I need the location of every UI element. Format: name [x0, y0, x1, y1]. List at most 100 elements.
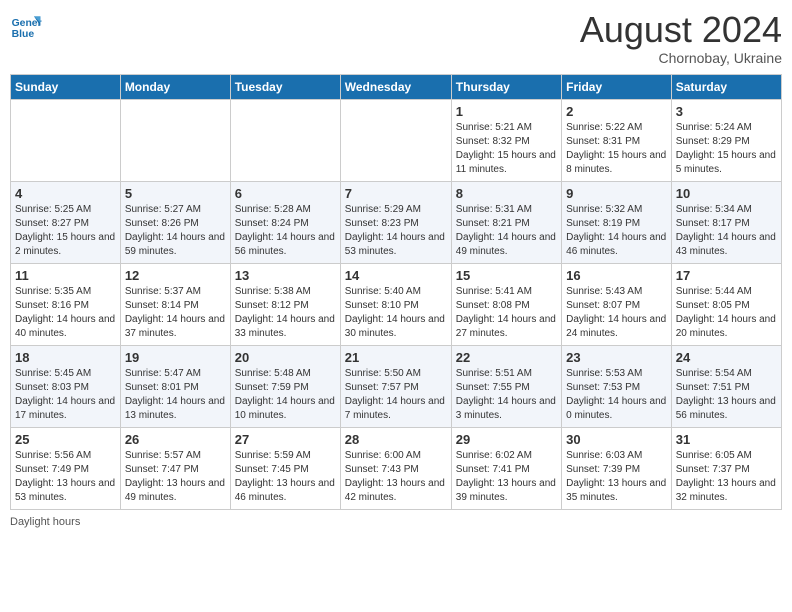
calendar-cell: 18Sunrise: 5:45 AM Sunset: 8:03 PM Dayli… [11, 345, 121, 427]
day-info: Sunrise: 5:59 AM Sunset: 7:45 PM Dayligh… [235, 449, 336, 505]
day-info: Sunrise: 5:28 AM Sunset: 8:24 PM Dayligh… [235, 203, 336, 259]
calendar-cell: 12 Sunrise: 5:37 AM Sunset: 8:14 PM Dayli… [120, 263, 230, 345]
day-number: 21 [345, 350, 447, 365]
day-number: 24 [676, 350, 777, 365]
day-info: Sunrise: 5:32 AM Sunset: 8:19 PM Dayligh… [566, 203, 667, 259]
day-info: Sunrise: 5:56 AM Sunset: 7:49 PM Dayligh… [15, 449, 116, 505]
day-number: 18 [15, 350, 116, 365]
day-info: Sunrise: 5:29 AM Sunset: 8:23 PM Dayligh… [345, 203, 447, 259]
day-number: 15 [456, 268, 557, 283]
daylight-note: Daylight hours [10, 516, 80, 528]
calendar-cell: 22 Sunrise: 5:51 AM Sunset: 7:55 PM Dayli… [451, 345, 561, 427]
calendar-cell: 26Sunrise: 5:57 AM Sunset: 7:47 PM Dayli… [120, 427, 230, 509]
day-info: Sunrise: 6:00 AM Sunset: 7:43 PM Dayligh… [345, 449, 447, 505]
calendar-week-row: 4 Sunrise: 5:25 AM Sunset: 8:27 PM Daylig… [11, 181, 782, 263]
day-info: Sunrise: 6:02 AM Sunset: 7:41 PM Dayligh… [456, 449, 557, 505]
calendar-table: SundayMondayTuesdayWednesdayThursdayFrid… [10, 74, 782, 510]
day-number: 9 [566, 186, 667, 201]
column-header-friday: Friday [562, 74, 672, 99]
day-info: Sunrise: 6:05 AM Sunset: 7:37 PM Dayligh… [676, 449, 777, 505]
day-info: Sunrise: 5:34 AM Sunset: 8:17 PM Dayligh… [676, 203, 777, 259]
title-block: August 2024 Chornobay, Ukraine [580, 10, 782, 66]
column-header-saturday: Saturday [671, 74, 781, 99]
day-number: 11 [15, 268, 116, 283]
calendar-cell: 20 Sunrise: 5:48 AM Sunset: 7:59 PM Dayli… [230, 345, 340, 427]
column-header-tuesday: Tuesday [230, 74, 340, 99]
day-info: Sunrise: 5:21 AM Sunset: 8:32 PM Dayligh… [456, 121, 557, 177]
day-number: 27 [235, 432, 336, 447]
day-info: Sunrise: 5:44 AM Sunset: 8:05 PM Dayligh… [676, 285, 777, 341]
day-number: 19 [125, 350, 226, 365]
day-info: Sunrise: 5:37 AM Sunset: 8:14 PM Dayligh… [125, 285, 226, 341]
footer-note: Daylight hours [10, 516, 782, 528]
day-number: 14 [345, 268, 447, 283]
day-info: Sunrise: 5:35 AM Sunset: 8:16 PM Dayligh… [15, 285, 116, 341]
day-info: Sunrise: 5:51 AM Sunset: 7:55 PM Dayligh… [456, 367, 557, 423]
day-number: 16 [566, 268, 667, 283]
calendar-cell: 24Sunrise: 5:54 AM Sunset: 7:51 PM Dayli… [671, 345, 781, 427]
column-header-wednesday: Wednesday [340, 74, 451, 99]
day-number: 28 [345, 432, 447, 447]
calendar-cell: 16 Sunrise: 5:43 AM Sunset: 8:07 PM Dayli… [562, 263, 672, 345]
calendar-cell: 7 Sunrise: 5:29 AM Sunset: 8:23 PM Daylig… [340, 181, 451, 263]
calendar-cell: 21 Sunrise: 5:50 AM Sunset: 7:57 PM Dayli… [340, 345, 451, 427]
calendar-cell: 1 Sunrise: 5:21 AM Sunset: 8:32 PM Daylig… [451, 99, 561, 181]
month-year-title: August 2024 [580, 10, 782, 50]
calendar-cell: 13 Sunrise: 5:38 AM Sunset: 8:12 PM Dayli… [230, 263, 340, 345]
calendar-cell: 14Sunrise: 5:40 AM Sunset: 8:10 PM Dayli… [340, 263, 451, 345]
day-info: Sunrise: 5:48 AM Sunset: 7:59 PM Dayligh… [235, 367, 336, 423]
day-info: Sunrise: 5:31 AM Sunset: 8:21 PM Dayligh… [456, 203, 557, 259]
day-number: 10 [676, 186, 777, 201]
day-info: Sunrise: 5:25 AM Sunset: 8:27 PM Dayligh… [15, 203, 116, 259]
calendar-cell [340, 99, 451, 181]
calendar-cell: 23Sunrise: 5:53 AM Sunset: 7:53 PM Dayli… [562, 345, 672, 427]
column-header-sunday: Sunday [11, 74, 121, 99]
day-number: 17 [676, 268, 777, 283]
location-subtitle: Chornobay, Ukraine [580, 50, 782, 66]
calendar-header-row: SundayMondayTuesdayWednesdayThursdayFrid… [11, 74, 782, 99]
calendar-cell: 10 Sunrise: 5:34 AM Sunset: 8:17 PM Dayli… [671, 181, 781, 263]
calendar-cell: 8 Sunrise: 5:31 AM Sunset: 8:21 PM Daylig… [451, 181, 561, 263]
calendar-cell: 6 Sunrise: 5:28 AM Sunset: 8:24 PM Daylig… [230, 181, 340, 263]
day-number: 29 [456, 432, 557, 447]
calendar-cell: 30 Sunrise: 6:03 AM Sunset: 7:39 PM Dayli… [562, 427, 672, 509]
calendar-week-row: 18Sunrise: 5:45 AM Sunset: 8:03 PM Dayli… [11, 345, 782, 427]
day-number: 8 [456, 186, 557, 201]
day-number: 22 [456, 350, 557, 365]
calendar-cell: 29 Sunrise: 6:02 AM Sunset: 7:41 PM Dayli… [451, 427, 561, 509]
day-number: 5 [125, 186, 226, 201]
day-number: 25 [15, 432, 116, 447]
day-number: 12 [125, 268, 226, 283]
logo: General Blue [10, 10, 42, 42]
day-info: Sunrise: 6:03 AM Sunset: 7:39 PM Dayligh… [566, 449, 667, 505]
day-number: 2 [566, 104, 667, 119]
calendar-cell: 11 Sunrise: 5:35 AM Sunset: 8:16 PM Dayli… [11, 263, 121, 345]
calendar-cell: 19 Sunrise: 5:47 AM Sunset: 8:01 PM Dayli… [120, 345, 230, 427]
day-info: Sunrise: 5:43 AM Sunset: 8:07 PM Dayligh… [566, 285, 667, 341]
day-info: Sunrise: 5:38 AM Sunset: 8:12 PM Dayligh… [235, 285, 336, 341]
day-number: 13 [235, 268, 336, 283]
day-number: 20 [235, 350, 336, 365]
day-number: 6 [235, 186, 336, 201]
calendar-cell: 4 Sunrise: 5:25 AM Sunset: 8:27 PM Daylig… [11, 181, 121, 263]
calendar-week-row: 11 Sunrise: 5:35 AM Sunset: 8:16 PM Dayli… [11, 263, 782, 345]
logo-icon: General Blue [10, 10, 42, 42]
calendar-cell: 25 Sunrise: 5:56 AM Sunset: 7:49 PM Dayli… [11, 427, 121, 509]
svg-text:Blue: Blue [12, 29, 35, 40]
day-number: 4 [15, 186, 116, 201]
day-number: 30 [566, 432, 667, 447]
day-info: Sunrise: 5:50 AM Sunset: 7:57 PM Dayligh… [345, 367, 447, 423]
day-number: 7 [345, 186, 447, 201]
calendar-cell: 27 Sunrise: 5:59 AM Sunset: 7:45 PM Dayli… [230, 427, 340, 509]
calendar-cell [120, 99, 230, 181]
day-info: Sunrise: 5:47 AM Sunset: 8:01 PM Dayligh… [125, 367, 226, 423]
page-header: General Blue August 2024 Chornobay, Ukra… [10, 10, 782, 66]
day-number: 1 [456, 104, 557, 119]
day-info: Sunrise: 5:41 AM Sunset: 8:08 PM Dayligh… [456, 285, 557, 341]
calendar-cell: 9 Sunrise: 5:32 AM Sunset: 8:19 PM Daylig… [562, 181, 672, 263]
calendar-cell: 28 Sunrise: 6:00 AM Sunset: 7:43 PM Dayli… [340, 427, 451, 509]
day-info: Sunrise: 5:27 AM Sunset: 8:26 PM Dayligh… [125, 203, 226, 259]
day-info: Sunrise: 5:22 AM Sunset: 8:31 PM Dayligh… [566, 121, 667, 177]
day-number: 23 [566, 350, 667, 365]
column-header-monday: Monday [120, 74, 230, 99]
